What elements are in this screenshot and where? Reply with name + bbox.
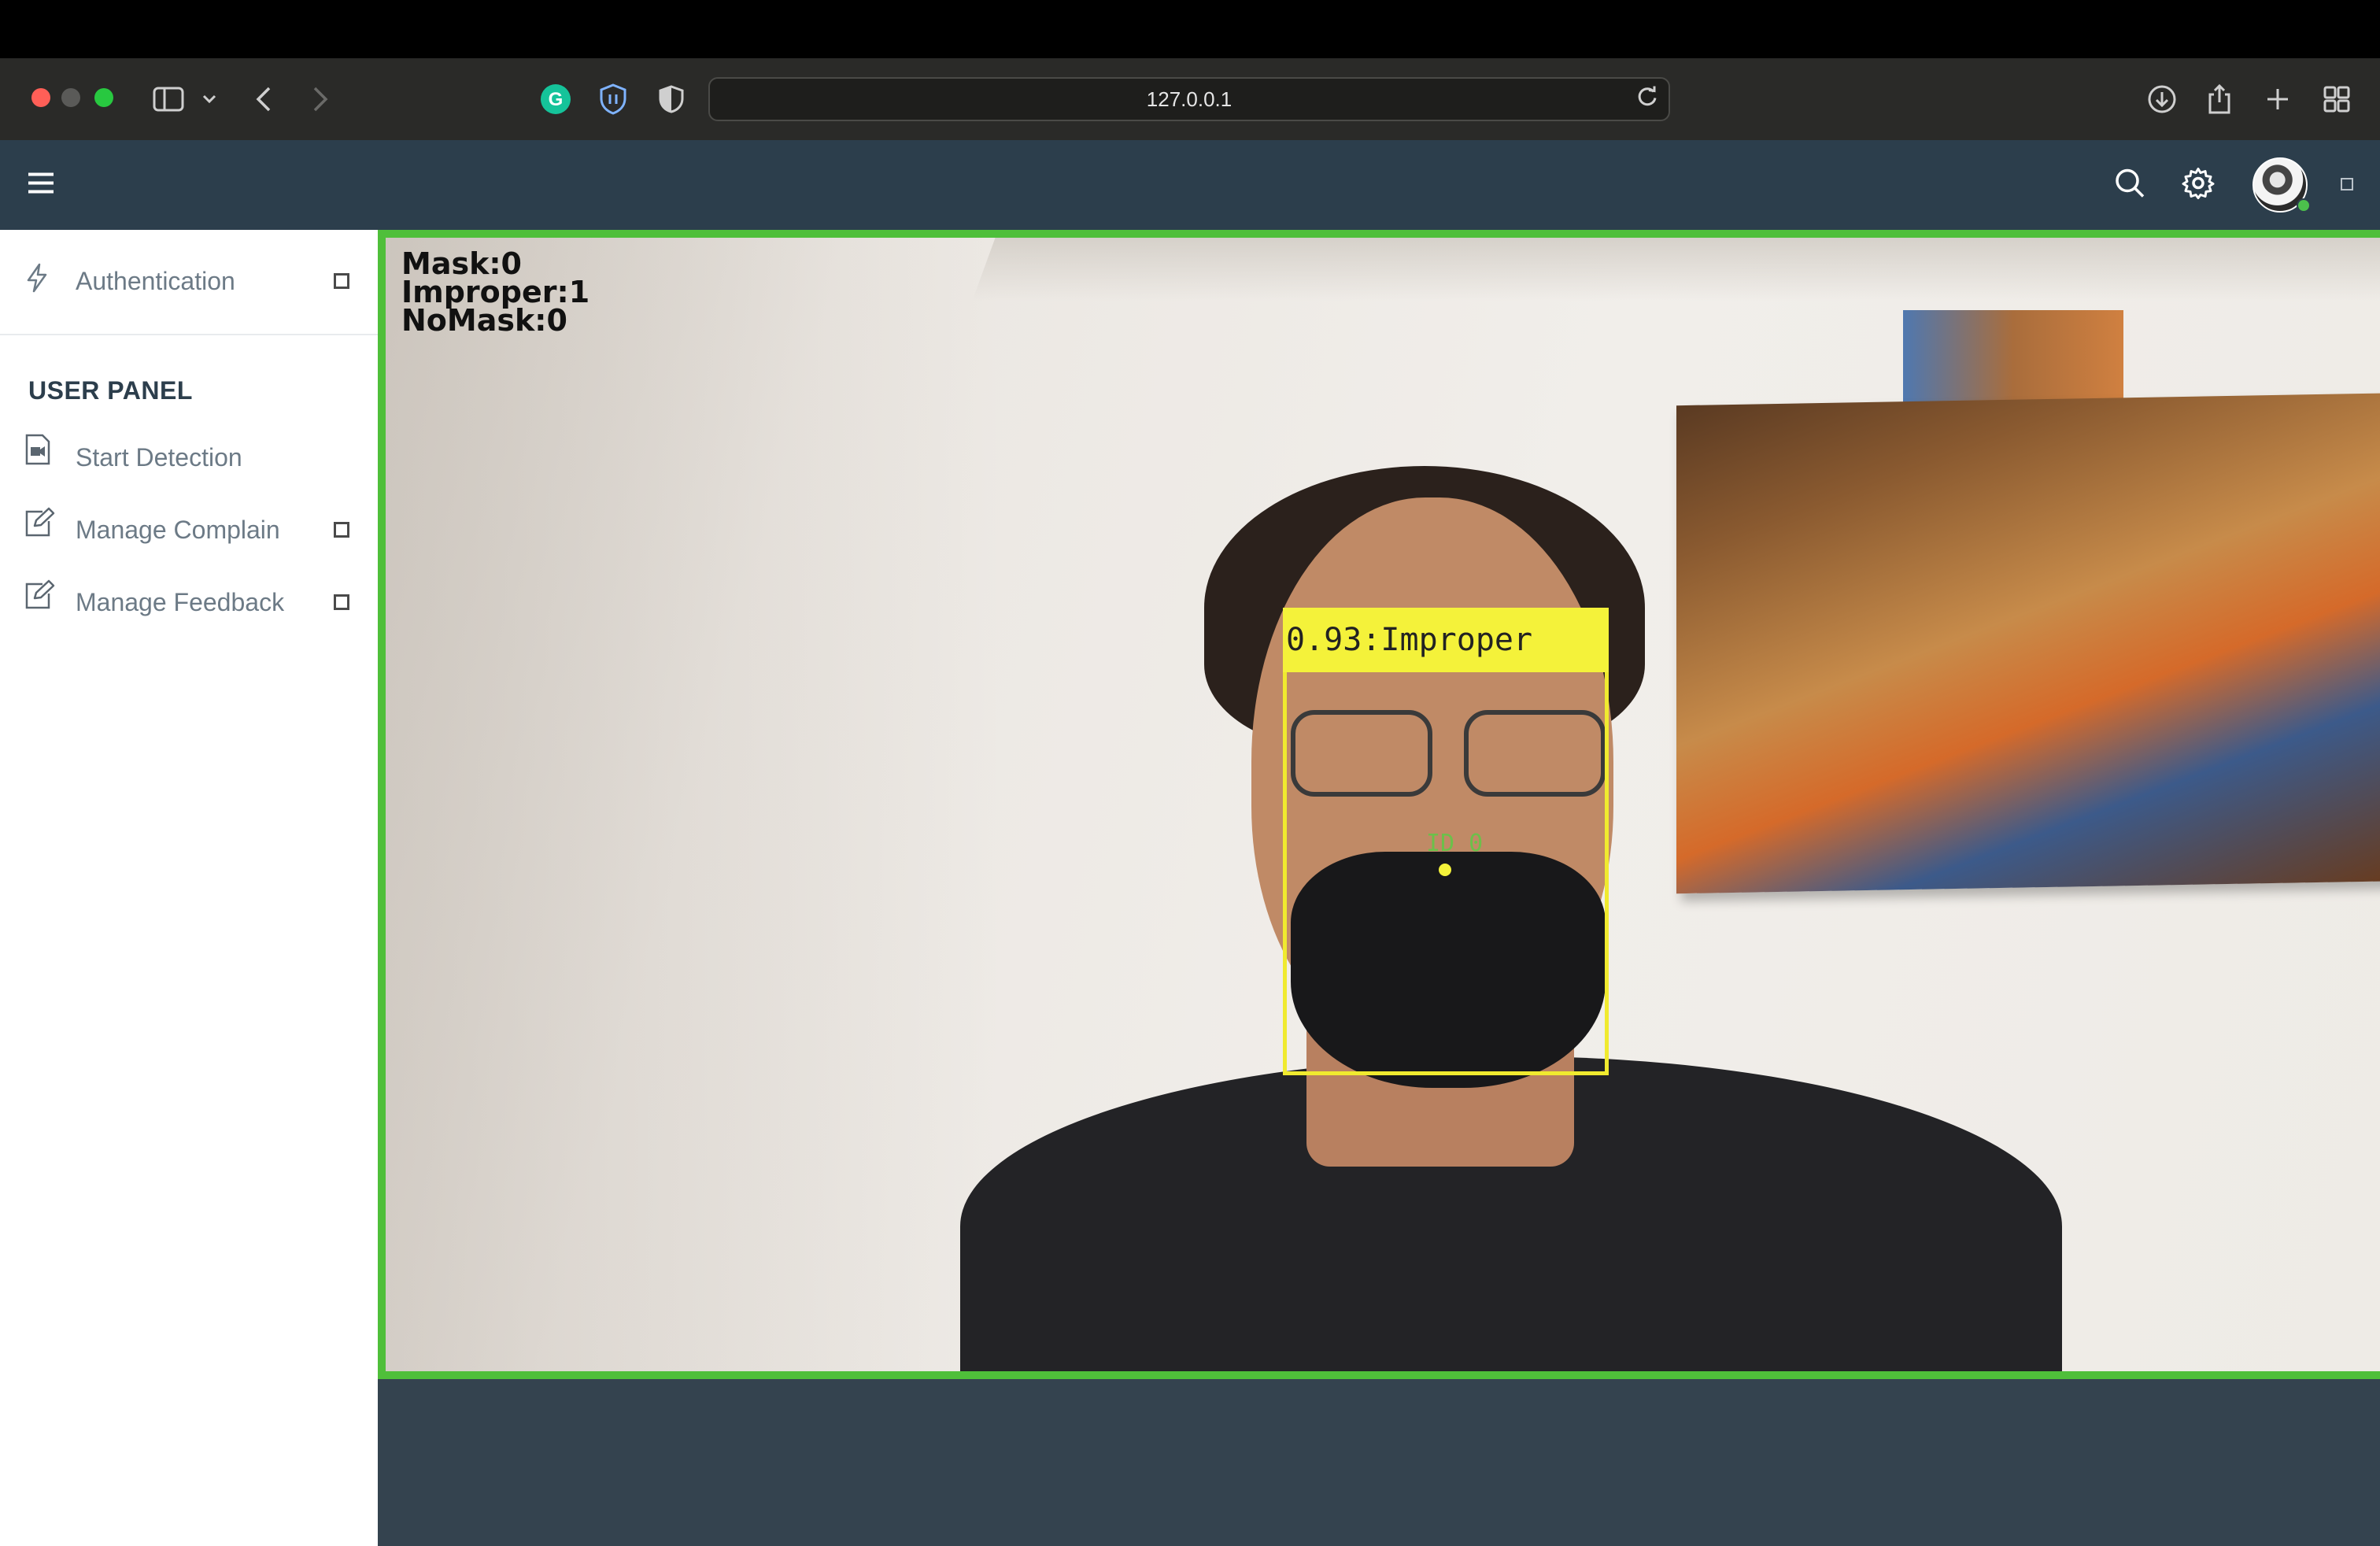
sidebar-item-label: Manage Feedback [76, 587, 285, 616]
lightning-icon [24, 263, 50, 299]
settings-gear-icon[interactable] [2182, 167, 2215, 204]
os-top-bar [0, 0, 2380, 58]
svg-text:G: G [549, 89, 564, 110]
detection-label: 0.93:Improper [1283, 608, 1609, 672]
downloads-icon[interactable] [2147, 84, 2177, 114]
nomask-counter: NoMask:0 [401, 303, 567, 338]
sidebar-toggle-icon[interactable] [153, 87, 184, 112]
sidebar-item-authentication[interactable]: Authentication [0, 253, 378, 309]
close-window-button[interactable] [31, 88, 50, 107]
detection-video-feed: 0.93:Improper ID 0 Mask:0 Improper:1 NoM… [378, 230, 2380, 1379]
edit-icon [24, 507, 55, 543]
hamburger-menu-icon[interactable] [27, 172, 55, 199]
sidebar-item-label: Authentication [76, 266, 235, 295]
tab-overview-icon[interactable] [2323, 86, 2350, 113]
chevron-down-icon[interactable] [201, 94, 217, 105]
sidebar-item-manage-feedback[interactable]: Manage Feedback [0, 575, 378, 630]
sidebar-item-label: Start Detection [76, 442, 242, 472]
reload-icon[interactable] [1637, 86, 1658, 113]
sidebar-item-label: Manage Complain [76, 515, 280, 544]
wall-painting [1676, 392, 2380, 894]
sidebar: Authentication USER PANEL Start Detectio… [0, 230, 378, 1546]
privacy-shield-icon[interactable] [658, 84, 685, 114]
sidebar-item-manage-complain[interactable]: Manage Complain [0, 502, 378, 557]
forward-arrow-icon[interactable] [312, 86, 329, 113]
small-picture [1903, 310, 2123, 412]
wall-shading [386, 238, 1000, 1371]
track-center-dot [1439, 864, 1451, 876]
sidebar-item-start-detection[interactable]: Start Detection [0, 430, 378, 485]
share-icon[interactable] [2207, 83, 2232, 115]
sidebar-divider [0, 334, 378, 335]
expand-toggle[interactable] [334, 273, 349, 289]
video-file-icon [24, 434, 52, 472]
shield-extension-icon[interactable] [598, 83, 628, 116]
new-tab-icon[interactable] [2265, 87, 2290, 112]
minimize-window-button[interactable] [61, 88, 80, 107]
search-icon[interactable] [2114, 168, 2145, 203]
ceiling-edge [972, 238, 2380, 301]
expand-toggle[interactable] [334, 522, 349, 538]
panel-section-title: USER PANEL [28, 376, 193, 405]
browser-toolbar: G 127.0.0.1 [0, 58, 2380, 140]
address-bar[interactable]: 127.0.0.1 [708, 77, 1670, 121]
grammarly-extension-icon[interactable]: G [540, 83, 571, 115]
edit-icon [24, 579, 55, 616]
app-header [0, 140, 2380, 230]
track-id-label: ID 0 [1426, 830, 1484, 857]
url-text: 127.0.0.1 [1146, 87, 1232, 111]
online-status-dot [2297, 198, 2311, 213]
zoom-window-button[interactable] [94, 88, 113, 107]
expand-toggle[interactable] [334, 594, 349, 610]
header-menu-toggle[interactable] [2341, 178, 2353, 190]
back-arrow-icon[interactable] [255, 86, 272, 113]
